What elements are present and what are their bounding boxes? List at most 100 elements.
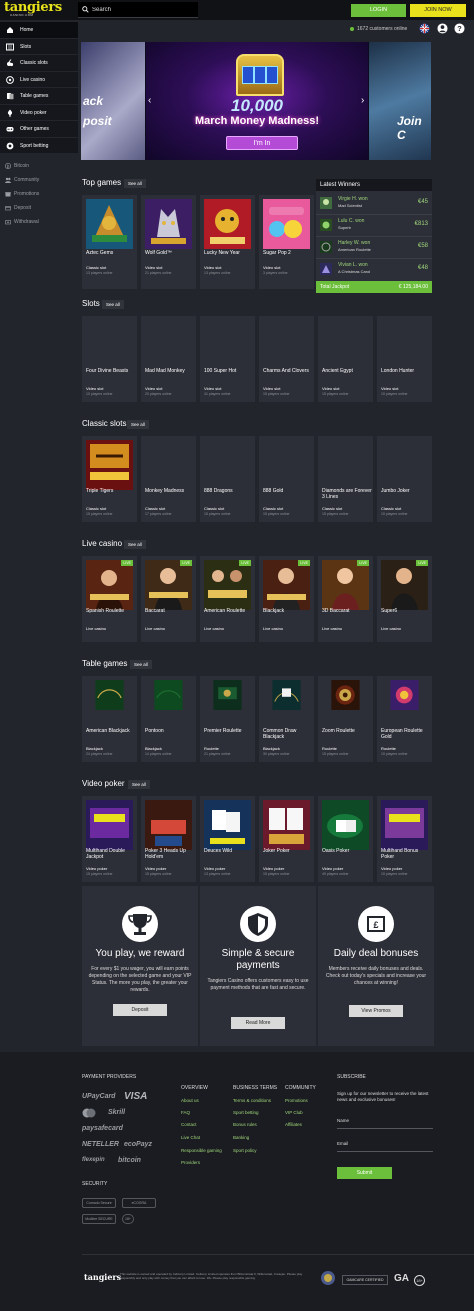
- footer-link-sport-betting[interactable]: Sport betting: [233, 1110, 259, 1115]
- banner-slide-current[interactable]: 10,000 March Money Madness! I'm In: [146, 42, 368, 160]
- game-card-joker-poker[interactable]: Joker Poker Video poker 15 players onlin…: [259, 796, 314, 882]
- game-card-aztec-gems[interactable]: Aztec Gems Classic slot 13 players onlin…: [82, 195, 137, 289]
- game-type: Video poker: [381, 866, 403, 871]
- game-card-wolf-gold[interactable]: Wolf Gold™ Video slot 21 players online: [141, 195, 196, 289]
- join-now-button[interactable]: JOIN NOW: [410, 4, 466, 17]
- sidebar-item-promotions[interactable]: Promotions: [0, 187, 78, 201]
- game-card-multihand-bonus-poker[interactable]: Multihand Bonus Poker Video poker 15 pla…: [377, 796, 432, 882]
- game-card-100-super-hot[interactable]: 100 Super Hot Video slot 41 players onli…: [200, 316, 255, 402]
- game-card-premier-roulette[interactable]: Premier Roulette Roulette 21 players onl…: [200, 676, 255, 762]
- account-icon[interactable]: [437, 23, 448, 34]
- chevron-right-icon[interactable]: ›: [361, 96, 367, 106]
- footer-link-contact[interactable]: Contact: [181, 1122, 197, 1127]
- sidebar-item-community[interactable]: Community: [0, 173, 78, 187]
- game-card-deuces-wild[interactable]: Deuces Wild Video poker 13 players onlin…: [200, 796, 255, 882]
- see-all-top-games-button[interactable]: See all: [124, 179, 146, 188]
- email-field[interactable]: [337, 1151, 433, 1152]
- footer-link-vip-club[interactable]: VIP Club: [285, 1110, 303, 1115]
- game-card-multihand-double-jackpot[interactable]: Multihand Double Jackpot Video poker 15 …: [82, 796, 137, 882]
- game-card-american-blackjack[interactable]: American Blackjack Blackjack 24 players …: [82, 676, 137, 762]
- footer-link-providers[interactable]: Providers: [181, 1160, 200, 1165]
- game-card-mad-mad-monkey[interactable]: Mad Mad Monkey Video slot 20 players onl…: [141, 316, 196, 402]
- game-name: 100 Super Hot: [204, 368, 237, 374]
- footer-link-bonus-rules[interactable]: Bonus rules: [233, 1122, 257, 1127]
- game-card-blackjack[interactable]: LIVE Blackjack Live casino: [259, 556, 314, 642]
- game-card-baccarat[interactable]: LIVE Baccarat Live casino: [141, 556, 196, 642]
- see-all-classic-slots-button[interactable]: See all: [127, 420, 149, 429]
- winner-row[interactable]: Harley W. won American Roulette €58: [316, 237, 432, 259]
- promo-banner[interactable]: ack posit 10,000 March Money Madness! I'…: [81, 42, 431, 160]
- sidebar-item-table-games[interactable]: Table games: [0, 88, 78, 105]
- deposit-button[interactable]: Deposit: [113, 1004, 167, 1016]
- read-more-button[interactable]: Read More: [231, 1017, 285, 1029]
- sidebar-item-bitcoin[interactable]: ₿ Bitcoin: [0, 159, 78, 173]
- winner-row[interactable]: Virgie H. won Mad Scientist €45: [316, 193, 432, 215]
- game-card-ancient-egypt[interactable]: Ancient Egypt Video slot 15 players onli…: [318, 316, 373, 402]
- game-players: 21 players online: [204, 752, 231, 756]
- footer-link-terms[interactable]: Terms & conditions: [233, 1098, 271, 1103]
- footer-link-live-chat[interactable]: Live Chat: [181, 1135, 200, 1140]
- game-card-london-hunter[interactable]: London Hunter Video slot 15 players onli…: [377, 316, 432, 402]
- sidebar-item-slots[interactable]: Slots: [0, 38, 78, 55]
- footer-link-about[interactable]: About us: [181, 1098, 199, 1103]
- footer-link-faq[interactable]: FAQ: [181, 1110, 190, 1115]
- game-card-triple-tigers[interactable]: Triple Tigers Classic slot 15 players on…: [82, 436, 137, 522]
- neteller-logo: NETELLER: [82, 1141, 119, 1148]
- view-promos-button[interactable]: View Promos: [349, 1005, 403, 1017]
- sidebar-item-classic-slots[interactable]: Classic slots: [0, 55, 78, 72]
- game-card-pontoon[interactable]: Pontoon Blackjack 14 players online: [141, 676, 196, 762]
- uk-flag-icon[interactable]: [419, 23, 430, 34]
- sidebar-item-withdrawal[interactable]: Withdrawal: [0, 215, 78, 229]
- game-card-lucky-new-year[interactable]: Lucky New Year Video slot 13 players onl…: [200, 195, 255, 289]
- game-card-american-roulette[interactable]: LIVE American Roulette Live casino: [200, 556, 255, 642]
- help-icon[interactable]: ?: [454, 23, 465, 34]
- banner-slide-previous[interactable]: ack posit: [81, 42, 145, 160]
- footer-link-sport-policy[interactable]: Sport policy: [233, 1148, 257, 1153]
- sidebar-item-live-casino[interactable]: Live casino: [0, 71, 78, 88]
- footer-link-banking[interactable]: Banking: [233, 1135, 249, 1140]
- game-card-common-draw-blackjack[interactable]: Common Draw Blackjack Blackjack 30 playe…: [259, 676, 314, 762]
- site-logo[interactable]: tangiers CASINO.COM: [4, 1, 62, 18]
- footer-link-affiliates[interactable]: Affiliates: [285, 1122, 302, 1127]
- banner-cta-button[interactable]: I'm In: [226, 136, 298, 150]
- login-button[interactable]: LOGIN: [351, 4, 406, 17]
- chevron-left-icon[interactable]: ‹: [148, 96, 154, 106]
- winner-row[interactable]: Vivian L. won A Christmas Carol €48: [316, 259, 432, 281]
- game-type: Classic slot: [263, 506, 284, 511]
- game-card-888-dragons[interactable]: 888 Dragons Classic slot 15 players onli…: [200, 436, 255, 522]
- game-card-888-gold[interactable]: 888 Gold Classic slot 15 players online: [259, 436, 314, 522]
- game-card-monkey-madness[interactable]: Monkey Madness Classic slot 17 players o…: [141, 436, 196, 522]
- game-card-zoom-roulette[interactable]: Zoom Roulette Roulette 15 players online: [318, 676, 373, 762]
- see-all-table-games-button[interactable]: See all: [130, 660, 152, 669]
- name-field[interactable]: [337, 1128, 433, 1129]
- footer-link-promotions[interactable]: Promotions: [285, 1098, 308, 1103]
- see-all-video-poker-button[interactable]: See all: [128, 780, 150, 789]
- online-text: 1672 customers online: [357, 26, 408, 32]
- game-card-diamonds-are-forever[interactable]: Diamonds are Forever 3 Lines Classic slo…: [318, 436, 373, 522]
- footer-link-responsible-gaming[interactable]: Responsible gaming: [181, 1148, 222, 1153]
- banner-slide-next[interactable]: Join C: [369, 42, 431, 160]
- game-card-poker-3-heads-up[interactable]: Poker 3 Heads Up Hold'em Video poker 15 …: [141, 796, 196, 882]
- game-card-european-roulette-gold[interactable]: European Roulette Gold Roulette 15 playe…: [377, 676, 432, 762]
- game-card-spanish-roulette[interactable]: LIVE Spanish Roulette Live casino: [82, 556, 137, 642]
- subscribe-title: SUBSCRIBE: [337, 1074, 366, 1080]
- game-card-super6[interactable]: LIVE Super6 Live casino: [377, 556, 432, 642]
- search-input[interactable]: [92, 5, 192, 15]
- sidebar-item-sport-betting[interactable]: Sport betting: [0, 137, 78, 154]
- winner-row[interactable]: Lulu C. won Superb €813: [316, 215, 432, 237]
- see-all-live-casino-button[interactable]: See all: [124, 540, 146, 549]
- game-card-jumbo-joker[interactable]: Jumbo Joker Classic slot 15 players onli…: [377, 436, 432, 522]
- sidebar-item-other-games[interactable]: Other games: [0, 121, 78, 138]
- see-all-slots-button[interactable]: See all: [102, 300, 124, 309]
- subscribe-submit-button[interactable]: Submit: [337, 1167, 392, 1179]
- game-card-four-divine-beasts[interactable]: Four Divine Beasts Video slot 10 players…: [82, 316, 137, 402]
- sidebar-item-video-poker[interactable]: Video poker: [0, 104, 78, 121]
- game-card-charms-and-clovers[interactable]: Charms And Clovers Video slot 15 players…: [259, 316, 314, 402]
- sidebar-item-home[interactable]: Home: [0, 22, 78, 39]
- game-card-sugar-pop-2[interactable]: Sugar Pop 2 Video slot 3 players online: [259, 195, 314, 289]
- sidebar-item-deposit[interactable]: Deposit: [0, 201, 78, 215]
- search-bar[interactable]: [78, 2, 198, 18]
- table-games-icon: [7, 93, 14, 100]
- game-card-oasis-poker[interactable]: Oasis Poker Video poker 49 players onlin…: [318, 796, 373, 882]
- game-card-3d-baccarat[interactable]: LIVE 3D Baccarat Live casino: [318, 556, 373, 642]
